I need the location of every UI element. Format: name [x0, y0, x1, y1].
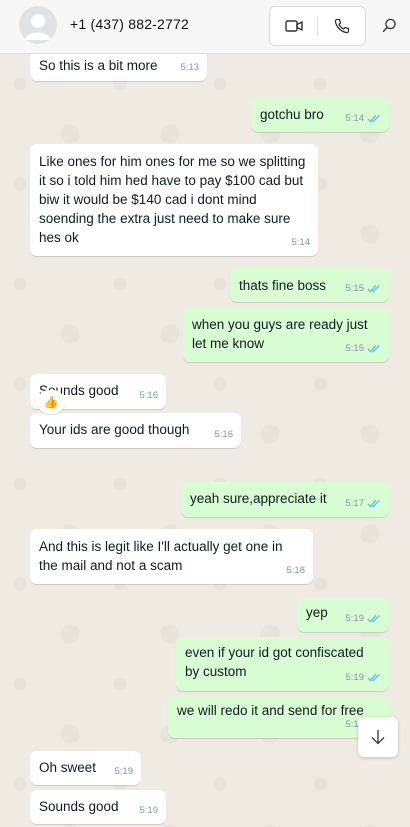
message-text: So this is a bit more [39, 58, 158, 73]
message-text: Your ids are good though [39, 422, 190, 437]
message-text: yeah sure,appreciate it [190, 491, 327, 506]
message-time: 5:19 [346, 668, 382, 687]
thumbs-up-icon: 👍 [43, 395, 59, 409]
message-time: 5:19 [114, 766, 134, 777]
message-text: when you guys are ready just let me know [192, 317, 368, 351]
message-text: Oh sweet [39, 760, 97, 775]
contact-name[interactable]: +1 (437) 882-2772 [70, 16, 189, 32]
message-time: 5:19 [346, 609, 382, 628]
message-bubble-incoming[interactable]: Sounds good 5:19 [30, 790, 166, 824]
message-time: 5:17 [346, 494, 382, 513]
scroll-to-bottom-button[interactable] [358, 717, 398, 757]
message-time: 5:19 [139, 805, 159, 816]
reaction-badge[interactable]: 👍 [37, 390, 65, 414]
read-ticks-icon [367, 673, 380, 682]
message-bubble-incoming[interactable]: And this is legit like I'll actually get… [30, 529, 313, 584]
message-bubble-outgoing[interactable]: when you guys are ready just let me know… [183, 308, 389, 362]
message-text: we will redo it and send for free [177, 703, 364, 718]
call-button-group [269, 6, 366, 46]
message-time: 5:15 [346, 279, 382, 298]
message-text: thats fine boss [239, 278, 327, 293]
read-ticks-icon [367, 499, 380, 508]
message-bubble-outgoing[interactable]: thats fine boss 5:15 [230, 268, 389, 302]
message-text: Like ones for him ones for me so we spli… [39, 154, 306, 245]
message-bubble-outgoing[interactable]: even if your id got confiscated by custo… [176, 637, 389, 691]
voice-call-button[interactable] [318, 7, 365, 45]
message-bubble-outgoing[interactable]: we will redo it and send for free 5:19 [168, 695, 389, 738]
chat-header: +1 (437) 882-2772 [0, 0, 410, 54]
message-bubble-incoming[interactable]: Like ones for him ones for me so we spli… [30, 144, 318, 256]
search-icon [382, 18, 396, 32]
message-time: 5:16 [214, 429, 234, 440]
contact-avatar[interactable] [19, 6, 57, 44]
read-ticks-icon [367, 344, 380, 353]
avatar-placeholder-icon [25, 14, 51, 40]
arrow-down-icon [371, 730, 385, 745]
voice-call-icon [334, 18, 349, 34]
message-bubble-outgoing[interactable]: yep 5:19 [297, 598, 389, 632]
message-bubble-incoming[interactable]: So this is a bit more 5:13 [30, 54, 207, 81]
message-text: gotchu bro [260, 107, 324, 122]
message-time: 5:16 [139, 390, 159, 401]
message-text: Sounds good [39, 799, 119, 814]
message-text: And this is legit like I'll actually get… [39, 539, 283, 573]
read-ticks-icon [367, 284, 380, 293]
message-bubble-outgoing[interactable]: gotchu bro 5:14 [251, 97, 389, 132]
message-bubble-incoming[interactable]: Your ids are good though 5:16 [30, 413, 241, 448]
video-call-button[interactable] [270, 7, 317, 45]
message-time: 5:14 [291, 237, 311, 248]
message-time: 5:15 [346, 339, 382, 358]
message-bubble-outgoing[interactable]: yeah sure,appreciate it 5:17 [181, 482, 389, 517]
message-text: even if your id got confiscated by custo… [185, 645, 364, 679]
message-text: yep [306, 605, 328, 620]
video-call-icon [284, 20, 303, 32]
search-button[interactable] [378, 14, 400, 36]
read-ticks-icon [367, 614, 380, 623]
message-time: 5:14 [346, 109, 382, 128]
message-time: 5:13 [180, 62, 200, 73]
read-ticks-icon [367, 114, 380, 123]
message-bubble-incoming[interactable]: Oh sweet 5:19 [30, 751, 141, 785]
message-list[interactable]: So this is a bit more 5:13 gotchu bro 5:… [0, 54, 410, 827]
message-time: 5:18 [286, 565, 306, 576]
